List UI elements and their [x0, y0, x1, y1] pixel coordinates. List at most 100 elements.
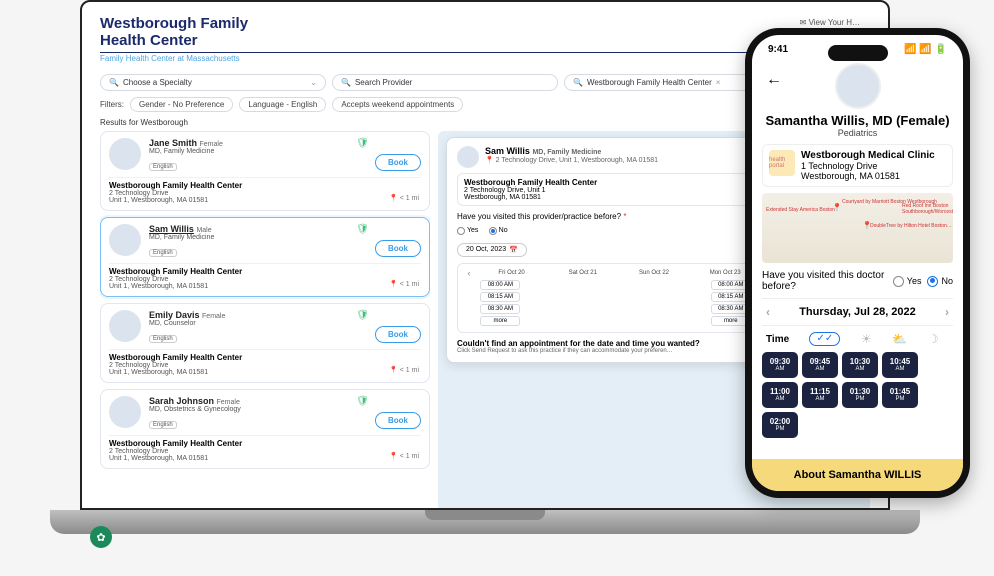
filter-language-chip[interactable]: Language - English: [239, 97, 326, 112]
provider-title: MD, Counselor: [149, 320, 225, 327]
language-badge: English: [149, 421, 177, 429]
provider-title: MD, Family Medicine: [149, 148, 223, 155]
selected-date[interactable]: Thursday, Jul 28, 2022: [799, 306, 916, 318]
book-button[interactable]: Book: [375, 154, 421, 171]
filter-gender-chip[interactable]: Gender - No Preference: [130, 97, 233, 112]
more-slots-button[interactable]: more: [480, 316, 520, 326]
phone-notch: [828, 45, 888, 61]
provider-name: Sarah Johnson Female: [149, 396, 241, 406]
facility-address: 2 Technology DriveUnit 1, Westborough, M…: [109, 448, 421, 462]
facility-name: Westborough Family Health Center: [109, 267, 421, 276]
provider-avatar: [835, 63, 881, 109]
time-slot[interactable]: 08:00 AM: [480, 280, 520, 290]
time-slot-button[interactable]: 01:30PM: [842, 382, 878, 408]
prev-week-button[interactable]: ‹: [462, 268, 476, 278]
visited-yes-radio[interactable]: Yes: [893, 276, 922, 287]
filters-label: Filters:: [100, 100, 124, 109]
provider-card[interactable]: Sam Willis Male MD, Family Medicine Engl…: [100, 217, 430, 297]
time-slot: [634, 292, 674, 294]
next-day-button[interactable]: ›: [945, 305, 949, 319]
provider-card[interactable]: Jane Smith Female MD, Family Medicine En…: [100, 131, 430, 211]
distance-label: 📍 < 1 mi: [389, 366, 419, 374]
verified-shield-icon: 🛡: [356, 396, 369, 407]
mobile-app: 9:41 📶 📶 🔋 ← Samantha Willis, MD (Female…: [752, 35, 963, 491]
tod-morning-icon[interactable]: ☀: [861, 332, 872, 346]
time-slot-button[interactable]: 10:30AM: [842, 352, 878, 378]
provider-avatar: [109, 396, 141, 428]
time-slot-button[interactable]: 09:30AM: [762, 352, 798, 378]
tod-evening-icon[interactable]: ☽: [928, 332, 939, 346]
visited-no-radio[interactable]: No: [489, 227, 508, 235]
time-label: Time: [766, 334, 789, 345]
view-records-link[interactable]: ✉ View Your H…: [800, 18, 860, 27]
tod-all-button[interactable]: ✓✓: [809, 332, 840, 346]
language-badge: English: [149, 335, 177, 343]
filter-weekend-chip[interactable]: Accepts weekend appointments: [332, 97, 463, 112]
eco-badge-icon: ✿: [90, 526, 112, 548]
time-slot[interactable]: 08:15 AM: [480, 292, 520, 302]
specialty-select[interactable]: 🔍 Choose a Specialty⌄: [100, 74, 326, 91]
facility-name: Westborough Family Health Center: [109, 181, 421, 190]
schedule-day-header: Sat Oct 21: [547, 270, 618, 276]
panel-provider-address: 📍 2 Technology Drive, Unit 1, Westboroug…: [485, 156, 658, 164]
book-button[interactable]: Book: [375, 326, 421, 343]
language-badge: English: [149, 163, 177, 171]
distance-label: 📍 < 1 mi: [389, 280, 419, 288]
back-button[interactable]: ←: [766, 71, 782, 89]
provider-search-input[interactable]: 🔍 Search Provider: [332, 74, 558, 91]
verified-shield-icon: 🛡: [356, 310, 369, 321]
provider-list[interactable]: Jane Smith Female MD, Family Medicine En…: [100, 131, 430, 510]
date-nav: ‹ Thursday, Jul 28, 2022 ›: [762, 298, 953, 326]
provider-name: Sam Willis Male: [149, 224, 214, 234]
clinic-logo-icon: health portal: [769, 150, 795, 176]
time-slot-button[interactable]: 10:45AM: [882, 352, 918, 378]
time-slot-button[interactable]: 01:45PM: [882, 382, 918, 408]
facility-name: Westborough Family Health Center: [109, 353, 421, 362]
time-slot-button[interactable]: 02:00PM: [762, 412, 798, 438]
clinic-card[interactable]: health portal Westborough Medical Clinic…: [762, 144, 953, 187]
provider-title: MD, Family Medicine: [149, 234, 214, 241]
distance-label: 📍 < 1 mi: [389, 452, 419, 460]
chevron-down-icon: ⌄: [310, 78, 317, 87]
facility-address: 2 Technology DriveUnit 1, Westborough, M…: [109, 276, 421, 290]
verified-shield-icon: 🛡: [356, 224, 369, 235]
provider-card[interactable]: Emily Davis Female MD, Counselor English…: [100, 303, 430, 383]
provider-specialty: Pediatrics: [762, 128, 953, 138]
provider-name: Emily Davis Female: [149, 310, 225, 320]
time-slot-button[interactable]: 11:15AM: [802, 382, 838, 408]
time-slot: [557, 280, 597, 282]
visited-yes-radio[interactable]: Yes: [457, 227, 478, 235]
time-slot: [634, 288, 674, 290]
visited-no-radio[interactable]: No: [927, 276, 953, 287]
time-slots-grid: 09:30AM09:45AM10:30AM10:45AM 11:00AM11:15…: [762, 352, 953, 438]
facility-address: 2 Technology DriveUnit 1, Westborough, M…: [109, 362, 421, 376]
facility-name: Westborough Family Health Center: [109, 439, 421, 448]
provider-name: Samantha Willis, MD (Female): [762, 113, 953, 128]
time-slot[interactable]: 08:30 AM: [480, 304, 520, 314]
provider-avatar: [109, 310, 141, 342]
phone-frame: 9:41 📶 📶 🔋 ← Samantha Willis, MD (Female…: [745, 28, 970, 498]
provider-name: Jane Smith Female: [149, 138, 223, 148]
time-slot: [557, 292, 597, 294]
status-icons: 📶 📶 🔋: [904, 44, 947, 55]
facility-address: 2 Technology DriveUnit 1, Westborough, M…: [109, 190, 421, 204]
about-provider-button[interactable]: About Samantha WILLIS: [752, 459, 963, 491]
time-slot: [557, 284, 597, 286]
brand-line1: Westborough Family: [100, 16, 870, 33]
clinic-map[interactable]: Extended Stay America Boston 📍 Courtyard…: [762, 193, 953, 263]
book-button[interactable]: Book: [375, 240, 421, 257]
provider-card[interactable]: Sarah Johnson Female MD, Obstetrics & Gy…: [100, 389, 430, 469]
tod-afternoon-icon[interactable]: ⛅: [892, 332, 907, 346]
verified-shield-icon: 🛡: [356, 138, 369, 149]
status-time: 9:41: [768, 44, 788, 55]
date-picker[interactable]: 20 Oct, 2023 📅: [457, 243, 527, 257]
distance-label: 📍 < 1 mi: [389, 194, 419, 202]
prev-day-button[interactable]: ‹: [766, 305, 770, 319]
laptop-base: [50, 510, 920, 534]
clear-icon[interactable]: ×: [716, 78, 721, 87]
visited-question: Have you visited this doctor before?: [762, 270, 887, 292]
time-slot-button[interactable]: 11:00AM: [762, 382, 798, 408]
time-slot: [557, 288, 597, 290]
book-button[interactable]: Book: [375, 412, 421, 429]
time-slot-button[interactable]: 09:45AM: [802, 352, 838, 378]
